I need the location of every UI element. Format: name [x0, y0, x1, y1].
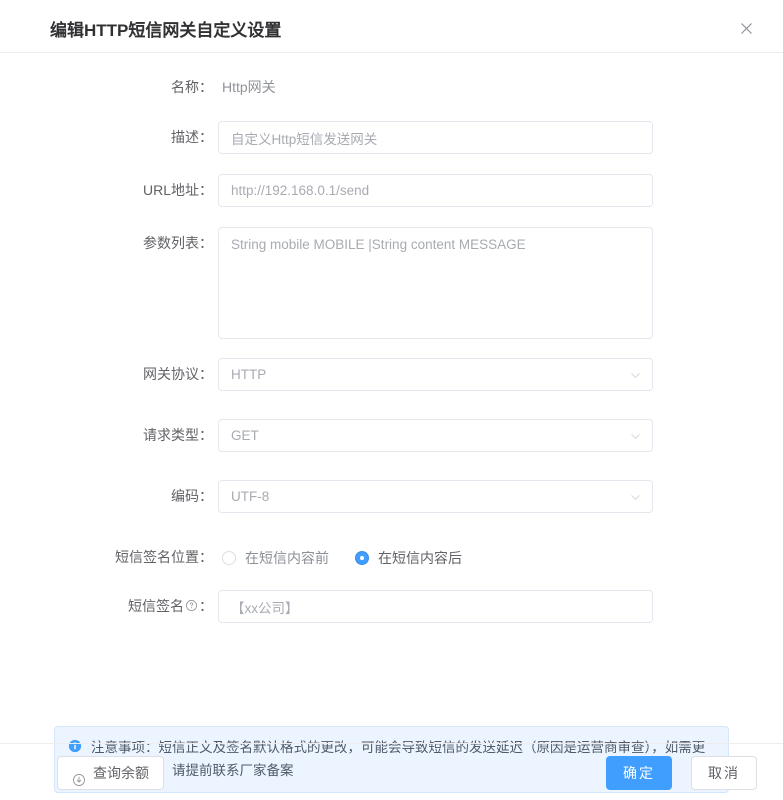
- cancel-button[interactable]: 取消: [691, 756, 757, 790]
- request-type-select-value[interactable]: [218, 419, 653, 452]
- params-label: 参数列表：: [143, 235, 213, 251]
- signature-position-radio-group: 在短信内容前 在短信内容后: [218, 541, 653, 574]
- signature-position-label: 短信签名位置：: [115, 549, 213, 565]
- name-value: Http网关: [222, 79, 276, 95]
- request-type-label: 请求类型：: [143, 427, 213, 443]
- radio-signature-before-label: 在短信内容前: [245, 549, 329, 566]
- url-label: URL地址：: [142, 182, 213, 198]
- params-textarea[interactable]: String mobile MOBILE |String content MES…: [218, 227, 653, 339]
- encoding-control: [218, 480, 653, 513]
- form-row-signature: 短信签名 ：: [0, 590, 783, 624]
- description-label: 描述：: [171, 129, 213, 145]
- signature-label-text: 短信签名: [128, 598, 184, 614]
- signature-label: 短信签名 ：: [0, 590, 218, 624]
- form-row-name: 名称： Http网关: [0, 71, 783, 104]
- encoding-label: 编码：: [171, 488, 213, 504]
- dialog-header: 编辑HTTP短信网关自定义设置: [0, 0, 783, 53]
- encoding-select-value[interactable]: [218, 480, 653, 513]
- dialog-body: 名称： Http网关 描述： URL地址： 参数列表： String mobil…: [0, 53, 783, 800]
- protocol-select-value[interactable]: [218, 358, 653, 391]
- params-control: String mobile MOBILE |String content MES…: [218, 227, 653, 339]
- url-input[interactable]: [218, 174, 653, 207]
- dialog-footer: 查询余额 确定 取消: [0, 743, 783, 800]
- form-row-protocol: 网关协议：: [0, 358, 783, 391]
- form-row-url: URL地址：: [0, 174, 783, 207]
- coin-icon: [72, 766, 86, 786]
- confirm-button[interactable]: 确定: [606, 756, 672, 790]
- radio-signature-before[interactable]: 在短信内容前: [222, 548, 329, 568]
- form-row-description: 描述：: [0, 121, 783, 154]
- name-value-wrap: Http网关: [218, 71, 653, 104]
- encoding-select[interactable]: [218, 480, 653, 513]
- url-control: [218, 174, 653, 207]
- signature-control: [218, 590, 653, 623]
- description-input[interactable]: [218, 121, 653, 154]
- signature-label-colon: ：: [199, 598, 213, 614]
- query-balance-button[interactable]: 查询余额: [57, 756, 164, 790]
- protocol-control: [218, 358, 653, 391]
- signature-input[interactable]: [218, 590, 653, 623]
- dialog-title: 编辑HTTP短信网关自定义设置: [50, 21, 282, 40]
- form-row-signature-position: 短信签名位置： 在短信内容前 在短信内容后: [0, 541, 783, 574]
- request-type-control: [218, 419, 653, 452]
- name-label: 名称：: [171, 79, 213, 95]
- form-row-encoding: 编码：: [0, 480, 783, 513]
- radio-signature-after[interactable]: 在短信内容后: [355, 548, 462, 568]
- form-row-params: 参数列表： String mobile MOBILE |String conte…: [0, 227, 783, 339]
- description-control: [218, 121, 653, 154]
- signature-position-control: 在短信内容前 在短信内容后: [218, 541, 653, 574]
- close-icon[interactable]: [735, 17, 757, 39]
- radio-circle-icon: [222, 550, 236, 565]
- query-balance-label: 查询余额: [93, 765, 149, 781]
- radio-circle-checked-icon: [355, 550, 369, 565]
- request-type-select[interactable]: [218, 419, 653, 452]
- protocol-select[interactable]: [218, 358, 653, 391]
- edit-http-sms-gateway-dialog: 编辑HTTP短信网关自定义设置 名称： Http网关 描述： URL地址：: [0, 0, 783, 800]
- form-row-request-type: 请求类型：: [0, 419, 783, 452]
- radio-signature-after-label: 在短信内容后: [378, 549, 462, 566]
- protocol-label: 网关协议：: [143, 366, 213, 382]
- question-circle-icon[interactable]: [185, 591, 198, 624]
